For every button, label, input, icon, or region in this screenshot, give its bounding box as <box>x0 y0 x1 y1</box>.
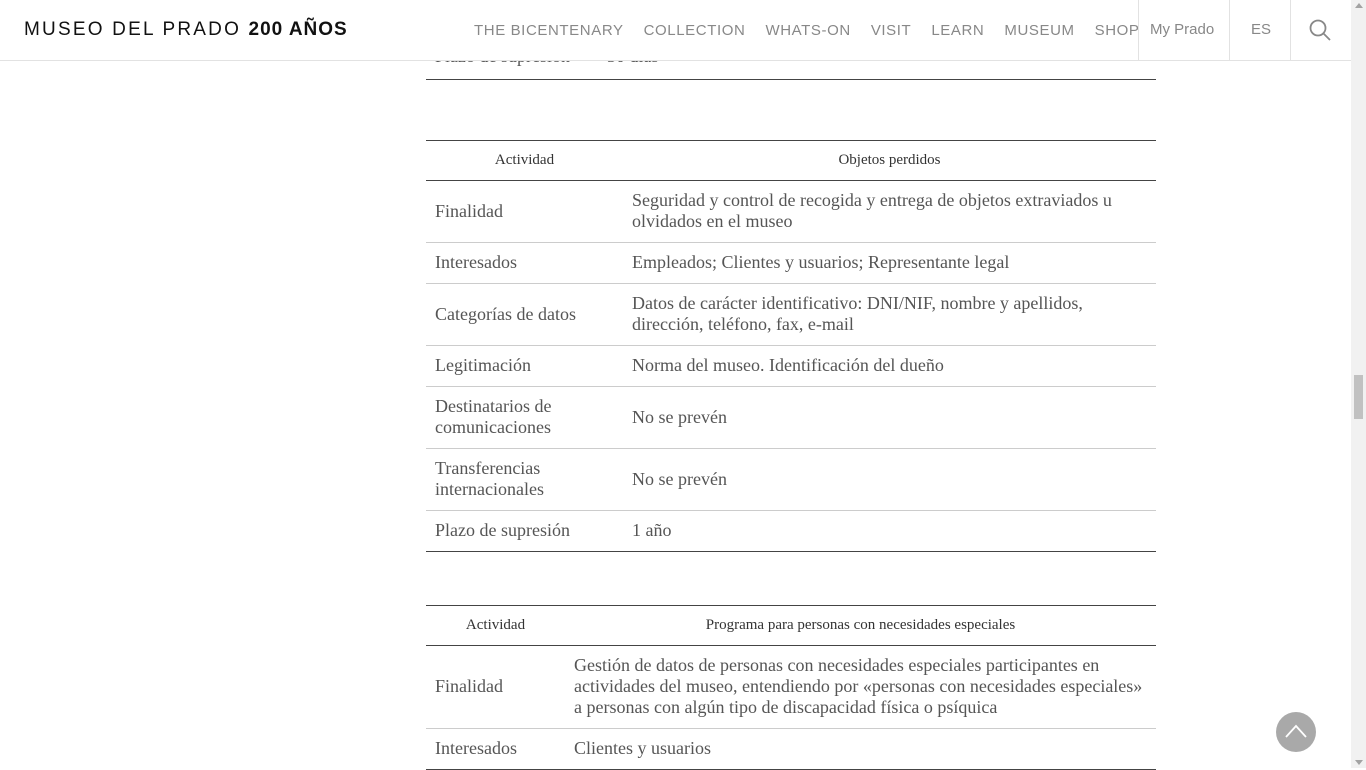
table-row: Interesados Clientes y usuarios <box>426 728 1156 770</box>
table-header-row: Actividad Objetos perdidos <box>426 140 1156 181</box>
table-row: Finalidad Gestión de datos de personas c… <box>426 645 1156 729</box>
nav-bicentenary[interactable]: THE BICENTENARY <box>474 22 624 39</box>
logo-text: MUSEO DEL PRADO <box>24 19 242 40</box>
nav-divider <box>1138 0 1139 60</box>
site-header: MUSEO DEL PRADO 200 AÑOS THE BICENTENARY… <box>0 0 1351 61</box>
row-key: Plazo de supresión <box>426 510 623 552</box>
nav-museum[interactable]: MUSEUM <box>1004 22 1074 39</box>
nav-whats-on[interactable]: WHATS-ON <box>765 22 850 39</box>
row-value: No se prevén <box>623 386 1156 449</box>
row-value: No se prevén <box>623 448 1156 511</box>
scrollbar[interactable] <box>1351 0 1366 768</box>
column-header-activity-name: Programa para personas con necesidades e… <box>565 605 1156 646</box>
column-header-activity-name: Objetos perdidos <box>623 140 1156 181</box>
nav-shop[interactable]: SHOP <box>1095 22 1140 39</box>
row-value: 1 año <box>623 510 1156 552</box>
row-value: Empleados; Clientes y usuarios; Represen… <box>623 242 1156 284</box>
row-key: Finalidad <box>426 180 623 243</box>
search-icon[interactable] <box>1309 19 1331 41</box>
table-row: Interesados Empleados; Clientes y usuari… <box>426 242 1156 284</box>
table-row: Destinatarios de comunicaciones No se pr… <box>426 386 1156 449</box>
column-header-activity: Actividad <box>426 140 623 181</box>
chevron-up-icon <box>1285 724 1307 738</box>
row-key: Transferencias internacionales <box>426 448 623 511</box>
row-value: Gestión de datos de personas con necesid… <box>565 645 1156 729</box>
table-row: Transferencias internacionales No se pre… <box>426 448 1156 511</box>
table-row: Plazo de supresión 1 año <box>426 510 1156 552</box>
row-key: Finalidad <box>426 645 565 729</box>
nav-divider <box>1229 0 1230 60</box>
row-key: Legitimación <box>426 345 623 387</box>
nav-learn[interactable]: LEARN <box>931 22 984 39</box>
privacy-table-lost-objects: Actividad Objetos perdidos Finalidad Seg… <box>426 140 1156 552</box>
site-logo[interactable]: MUSEO DEL PRADO 200 AÑOS <box>24 19 348 41</box>
column-header-activity: Actividad <box>426 605 565 646</box>
logo-anniversary: 200 AÑOS <box>248 19 348 40</box>
row-key: Destinatarios de comunicaciones <box>426 386 623 449</box>
scroll-up-arrow-icon[interactable] <box>1355 3 1363 8</box>
privacy-table-special-needs: Actividad Programa para personas con nec… <box>426 605 1156 770</box>
nav-divider <box>1290 0 1291 60</box>
nav-collection[interactable]: COLLECTION <box>644 22 746 39</box>
row-value: Clientes y usuarios <box>565 728 1156 770</box>
table-header-row: Actividad Programa para personas con nec… <box>426 605 1156 646</box>
row-key: Categorías de datos <box>426 283 623 346</box>
row-key: Interesados <box>426 728 565 770</box>
language-switch[interactable]: ES <box>1251 21 1271 38</box>
main-nav: THE BICENTENARY COLLECTION WHATS-ON VISI… <box>474 0 1160 60</box>
row-key: Interesados <box>426 242 623 284</box>
scrollbar-thumb[interactable] <box>1354 375 1363 419</box>
table-row: Legitimación Norma del museo. Identifica… <box>426 345 1156 387</box>
my-prado-link[interactable]: My Prado <box>1150 21 1214 38</box>
row-value: Seguridad y control de recogida y entreg… <box>623 180 1156 243</box>
nav-visit[interactable]: VISIT <box>871 22 912 39</box>
table-row: Finalidad Seguridad y control de recogid… <box>426 180 1156 243</box>
scroll-down-arrow-icon[interactable] <box>1355 760 1363 765</box>
row-value: Datos de carácter identificativo: DNI/NI… <box>623 283 1156 346</box>
back-to-top-button[interactable] <box>1276 712 1316 752</box>
table-row: Categorías de datos Datos de carácter id… <box>426 283 1156 346</box>
row-value: Norma del museo. Identificación del dueñ… <box>623 345 1156 387</box>
